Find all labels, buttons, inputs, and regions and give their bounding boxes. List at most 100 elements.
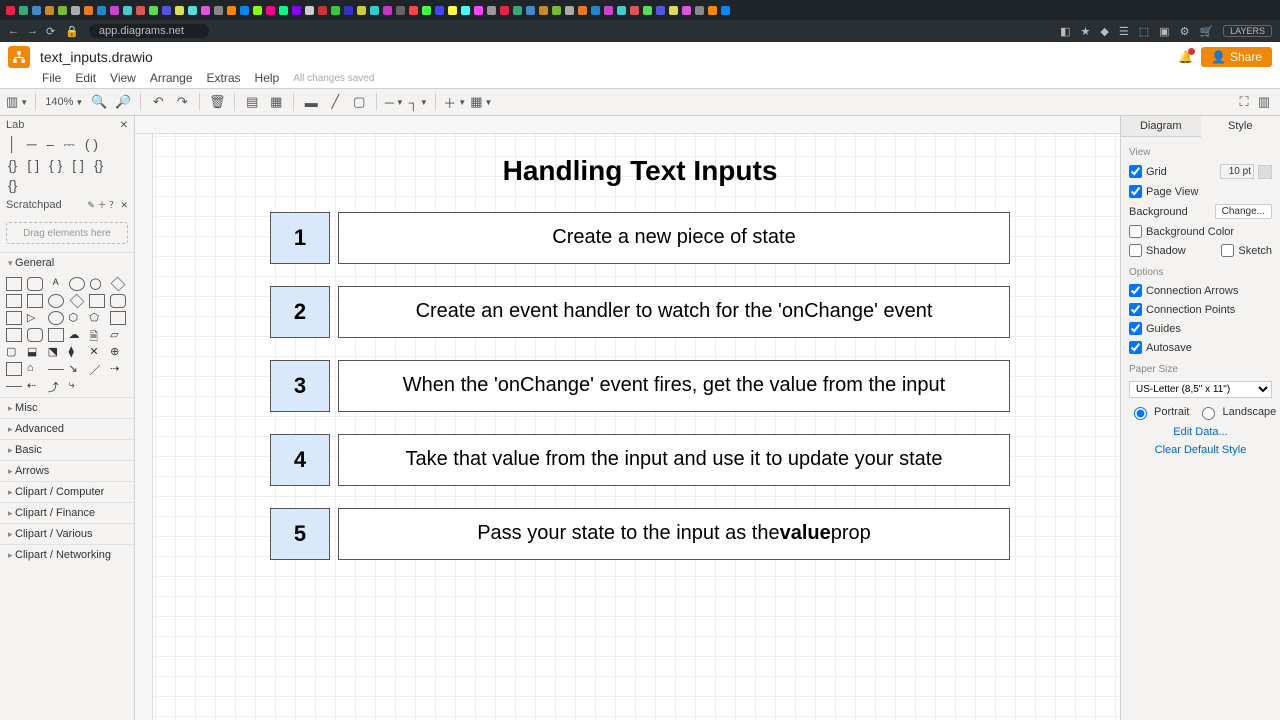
to-back-icon[interactable]: ▦ [266,92,286,112]
browser-tab[interactable] [682,6,691,15]
quick-shapes[interactable]: {} [0,175,134,195]
step-text[interactable]: Pass your state to the input as the valu… [338,508,1010,560]
sketch-checkbox[interactable] [1221,244,1234,257]
grid-checkbox[interactable] [1129,165,1142,178]
browser-tab[interactable] [227,6,236,15]
browser-tab[interactable] [97,6,106,15]
diagram-content[interactable]: Handling Text Inputs 1Create a new piece… [270,154,1010,582]
file-name[interactable]: text_inputs.drawio [40,49,153,65]
ext-icon[interactable]: ★ [1081,25,1091,38]
browser-tab[interactable] [448,6,457,15]
browser-tab[interactable] [175,6,184,15]
waypoints-icon[interactable]: ┐▼ [408,92,428,112]
pageview-checkbox[interactable] [1129,185,1142,198]
quick-shapes[interactable]: {}[ ]{ }[ ]{} [0,155,134,175]
zoom-in-icon[interactable]: 🔍 [89,92,109,112]
browser-tab[interactable] [305,6,314,15]
step-number[interactable]: 1 [270,212,330,264]
diagram-title[interactable]: Handling Text Inputs [270,154,1010,188]
diagram-step[interactable]: 2Create an event handler to watch for th… [270,286,1010,338]
browser-tab[interactable] [591,6,600,15]
shape-palette[interactable]: A◯ ▷⬡⬠ ☁🗎▱ ▢⬓⬔⧫✕⊕ ⌂↘／⇢ ⇠⤴⤷ [0,273,134,397]
browser-tab[interactable] [240,6,249,15]
browser-tab[interactable] [357,6,366,15]
cat-misc[interactable]: Misc [0,397,134,418]
cat-clip-computer[interactable]: Clipart / Computer [0,481,134,502]
browser-tab[interactable] [84,6,93,15]
browser-tab[interactable] [396,6,405,15]
browser-tab[interactable] [45,6,54,15]
tab-diagram[interactable]: Diagram [1121,116,1201,136]
browser-tab[interactable] [58,6,67,15]
table-icon[interactable]: ▦▼ [470,92,492,112]
clear-default-link[interactable]: Clear Default Style [1129,444,1272,456]
browser-tab[interactable] [526,6,535,15]
nav-back-icon[interactable]: ← [8,25,19,38]
browser-tab[interactable] [149,6,158,15]
browser-tab[interactable] [279,6,288,15]
browser-tab[interactable] [565,6,574,15]
browser-tab[interactable] [71,6,80,15]
canvas[interactable]: Handling Text Inputs 1Create a new piece… [135,116,1120,720]
step-text[interactable]: When the 'onChange' event fires, get the… [338,360,1010,412]
ext-icon[interactable]: ◧ [1060,25,1070,38]
menu-help[interactable]: Help [255,71,280,85]
shadow-icon[interactable]: ▢ [349,92,369,112]
browser-tab[interactable] [110,6,119,15]
step-text[interactable]: Create a new piece of state [338,212,1010,264]
nav-fwd-icon[interactable]: → [27,25,38,38]
portrait-radio[interactable] [1134,407,1147,420]
conn-arrows-checkbox[interactable] [1129,284,1142,297]
ext-icon[interactable]: 🛒 [1199,25,1213,38]
browser-tab[interactable] [500,6,509,15]
browser-tab[interactable] [123,6,132,15]
format-panel-toggle-icon[interactable]: ▥ [1254,92,1274,112]
browser-tab[interactable] [578,6,587,15]
menu-extras[interactable]: Extras [207,71,241,85]
diagram-step[interactable]: 1Create a new piece of state [270,212,1010,264]
menu-edit[interactable]: Edit [75,71,96,85]
browser-tab[interactable] [630,6,639,15]
grid-color-swatch[interactable] [1258,165,1272,179]
browser-tab[interactable] [370,6,379,15]
browser-tab[interactable] [552,6,561,15]
browser-tab[interactable] [617,6,626,15]
browser-tab[interactable] [201,6,210,15]
ext-icon[interactable]: ⚙ [1180,25,1190,38]
app-logo[interactable] [8,46,30,68]
browser-tab[interactable] [539,6,548,15]
bgcolor-checkbox[interactable] [1129,225,1142,238]
delete-icon[interactable]: 🗑 [207,92,227,112]
cat-clip-finance[interactable]: Clipart / Finance [0,502,134,523]
browser-tab[interactable] [708,6,717,15]
fullscreen-icon[interactable]: ⛶ [1234,92,1254,112]
conn-points-checkbox[interactable] [1129,303,1142,316]
notifications-icon[interactable]: 🔔 [1178,50,1193,64]
browser-tab[interactable] [474,6,483,15]
cat-advanced[interactable]: Advanced [0,418,134,439]
browser-tab[interactable] [6,6,15,15]
browser-tab[interactable] [409,6,418,15]
browser-tab[interactable] [513,6,522,15]
browser-tab[interactable] [331,6,340,15]
change-bg-button[interactable]: Change... [1215,204,1272,219]
line-color-icon[interactable]: ╱ [325,92,345,112]
zoom-select[interactable]: 140%▼ [43,92,85,112]
undo-icon[interactable]: ↶ [148,92,168,112]
zoom-out-icon[interactable]: 🔎 [113,92,133,112]
browser-tab[interactable] [643,6,652,15]
tab-style[interactable]: Style [1201,116,1280,137]
browser-tab[interactable] [318,6,327,15]
cat-clip-various[interactable]: Clipart / Various [0,523,134,544]
browser-tab[interactable] [422,6,431,15]
landscape-radio[interactable] [1202,407,1215,420]
cat-clip-networking[interactable]: Clipart / Networking [0,544,134,565]
share-button[interactable]: 👤 Share [1201,47,1272,67]
browser-tab[interactable] [214,6,223,15]
browser-tab[interactable] [162,6,171,15]
nav-reload-icon[interactable]: ⟳ [46,25,55,38]
browser-tab[interactable] [136,6,145,15]
browser-tab[interactable] [695,6,704,15]
menu-arrange[interactable]: Arrange [150,71,193,85]
cat-arrows[interactable]: Arrows [0,460,134,481]
